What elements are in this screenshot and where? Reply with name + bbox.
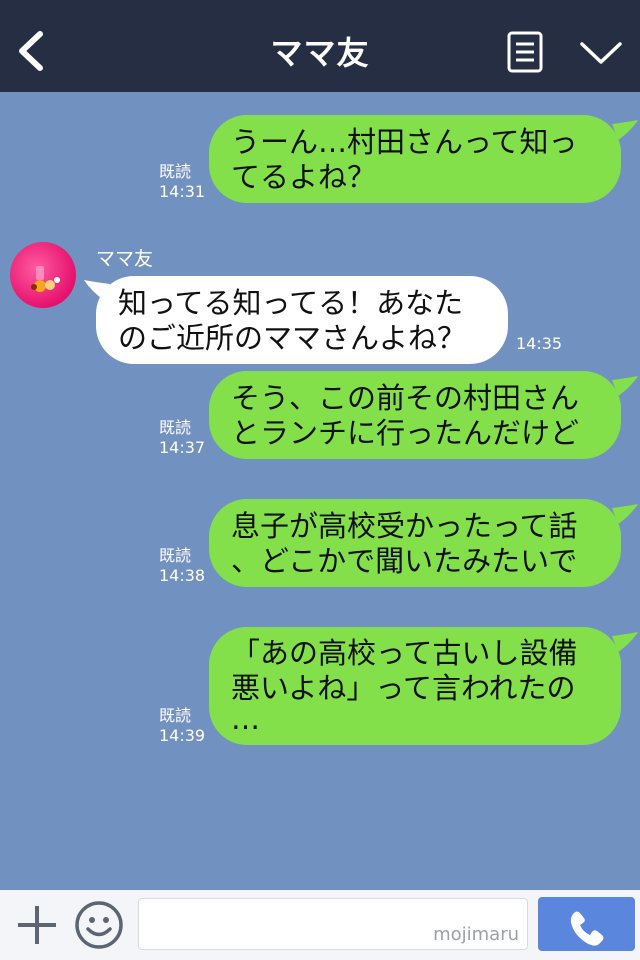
bubble-tail bbox=[612, 120, 638, 140]
collapse-button[interactable] bbox=[578, 36, 624, 70]
watermark: mojimaru bbox=[433, 924, 519, 945]
message-line: 「あの高校って古いし設備 bbox=[231, 636, 578, 670]
message-meta: 既読 14:31 bbox=[159, 162, 205, 202]
message-line: うーん…村田さんって知っ bbox=[231, 125, 578, 159]
message-line: 息子が高校受かったって話 bbox=[231, 509, 578, 543]
message-line: そう、この前その村田さん bbox=[231, 381, 580, 415]
list-icon bbox=[507, 31, 543, 73]
message-time: 14:31 bbox=[159, 182, 206, 201]
message-meta: 既読 14:38 bbox=[159, 546, 205, 586]
chat-header: ママ友 bbox=[0, 0, 640, 92]
message-bubble-outgoing[interactable]: 「あの高校って古いし設備 悪いよね」って言われたの … bbox=[209, 627, 621, 745]
read-receipt: 既読 bbox=[159, 546, 192, 565]
message-bubble-incoming[interactable]: 知ってる知ってる！あなた のご近所のママさんよね？ bbox=[96, 276, 508, 364]
message-time: 14:35 bbox=[516, 334, 563, 353]
bubble-tail bbox=[612, 632, 638, 652]
message-meta: 既読 14:37 bbox=[159, 418, 205, 458]
bubble-tail bbox=[612, 504, 638, 524]
message-line: のご近所のママさんよね？ bbox=[118, 321, 467, 355]
message-time: 14:38 bbox=[159, 566, 206, 585]
menu-button[interactable] bbox=[507, 31, 543, 73]
emoji-button[interactable] bbox=[74, 900, 124, 950]
call-button[interactable] bbox=[538, 897, 635, 951]
chevron-down-icon bbox=[580, 42, 622, 64]
message-line: 悪いよね」って言われたの bbox=[231, 671, 576, 705]
read-receipt: 既読 bbox=[159, 162, 192, 181]
message-time: 14:37 bbox=[159, 438, 206, 457]
message-line: 、どこかで聞いたみたいで bbox=[231, 544, 578, 578]
chat-area[interactable] bbox=[0, 92, 640, 890]
message-line: 知ってる知ってる！あなた bbox=[118, 286, 464, 320]
bubble-tail bbox=[612, 376, 638, 396]
message-bubble-outgoing[interactable]: うーん…村田さんって知っ てるよね？ bbox=[209, 115, 621, 203]
message-meta: 既読 14:39 bbox=[159, 706, 205, 746]
phone-icon bbox=[570, 911, 604, 946]
message-bubble-outgoing[interactable]: そう、この前その村田さん とランチに行ったんだけど bbox=[209, 371, 621, 459]
message-line: とランチに行ったんだけど bbox=[231, 416, 580, 450]
profile-avatar bbox=[31, 266, 60, 292]
avatar[interactable] bbox=[10, 242, 76, 308]
plus-button[interactable] bbox=[16, 904, 58, 946]
smiley-icon bbox=[75, 901, 123, 949]
message-time: 14:39 bbox=[159, 726, 206, 745]
sender-name: ママ友 bbox=[96, 248, 154, 270]
message-line: … bbox=[231, 702, 260, 736]
message-line: てるよね？ bbox=[231, 160, 377, 194]
chat-title: ママ友 bbox=[270, 34, 370, 72]
read-receipt: 既読 bbox=[159, 706, 192, 725]
message-bubble-outgoing[interactable]: 息子が高校受かったって話 、どこかで聞いたみたいで bbox=[209, 499, 621, 587]
plus-icon bbox=[18, 906, 56, 944]
message-input[interactable]: mojimaru bbox=[138, 898, 528, 950]
read-receipt: 既読 bbox=[159, 418, 192, 437]
